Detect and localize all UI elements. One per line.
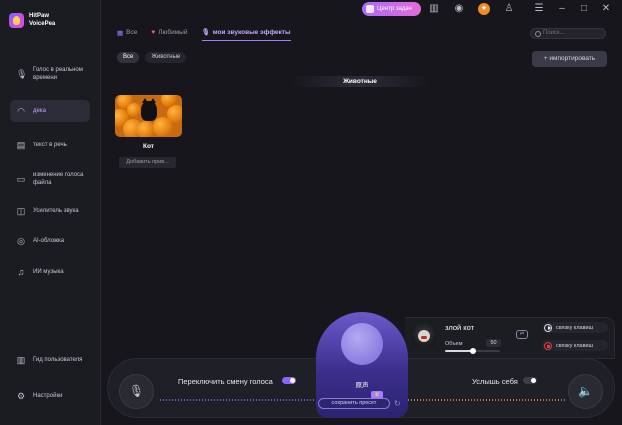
file-voice-icon: ▭ (16, 174, 26, 184)
tab-label: мои звуковые эффекты (212, 28, 291, 36)
hear-yourself-toggle[interactable] (523, 377, 537, 384)
search-placeholder: Поиск... (543, 30, 565, 36)
ai-music-icon: ♫ (17, 267, 25, 277)
ai-cover-icon: ◎ (17, 236, 25, 246)
settings-icon[interactable]: ☰ (533, 3, 545, 15)
mic-icon: 🎙 (201, 29, 210, 36)
effect-name: злой кот (445, 323, 475, 332)
mic-icon: 🎙 (128, 384, 145, 398)
voice-change-toggle[interactable] (282, 377, 296, 384)
headphones-icon: ◠ (17, 106, 25, 116)
grid-icon: ▦ (117, 29, 124, 37)
sidebar-item-realtime-voice[interactable]: 🎙 Голос в реальном времени (10, 62, 90, 86)
tab-label: Все (126, 29, 138, 36)
sidebar-item-label: AI-обложка (33, 238, 65, 244)
voicepea-logo-icon (9, 12, 24, 28)
close-icon[interactable]: ✕ (600, 3, 612, 15)
sidebar-item-sound-amplifier[interactable]: ◫ Усилитель звука (10, 202, 90, 220)
output-waveform (408, 399, 566, 401)
play-icon (544, 323, 552, 332)
hotkey-label: связку клавиш (556, 342, 593, 349)
minimize-icon[interactable]: – (556, 3, 568, 15)
filter-chip-animals[interactable]: Животные (145, 52, 187, 63)
filter-chip-all[interactable]: Все (117, 52, 140, 63)
sidebar-item-user-guide[interactable]: ▥ Гид пользователя (10, 351, 90, 369)
hear-yourself-label: Услышь себя (472, 377, 518, 386)
gift-icon[interactable]: ★ (478, 3, 490, 15)
import-button[interactable]: + импортировать (532, 51, 607, 67)
swap-icon[interactable]: ⇄ (516, 330, 528, 339)
sidebar-item-settings[interactable]: ⚙ Настройки (10, 387, 90, 405)
sidebar-item-label: изменение голоса файла (33, 172, 84, 186)
task-center-label: Центр задач (377, 6, 412, 12)
volume-slider-handle[interactable] (469, 348, 476, 354)
user-icon[interactable]: ♙ (503, 3, 515, 15)
voice-change-switch-label: Переключить смену голоса (178, 377, 273, 386)
volume-label: Объем (445, 341, 463, 347)
app-name: HitPaw VoicePea (29, 13, 56, 27)
sidebar-item-label: Настройки (33, 393, 63, 399)
sidebar-item-label: Голос в реальном времени (33, 67, 83, 81)
sidebar-item-label: Гид пользователя (33, 357, 83, 363)
gear-icon: ⚙ (16, 391, 26, 401)
sidebar-item-text-to-speech[interactable]: ▤ текст в речь (10, 136, 90, 154)
sidebar-item-label: Усилитель звука (33, 208, 79, 214)
search-input[interactable]: Поиск... (530, 28, 606, 39)
book-icon[interactable]: ▥ (428, 3, 440, 15)
task-center-icon (366, 5, 374, 13)
task-center-button[interactable]: Центр задач (362, 2, 421, 16)
volume-value[interactable]: 50 (486, 339, 501, 347)
tab-label: Любимый (158, 29, 188, 36)
sidebar: HitPaw VoicePea 🎙 Голос в реальном време… (0, 0, 101, 425)
volume-slider-fill (445, 350, 473, 352)
sidebar-item-ai-cover[interactable]: ◎ AI-обложка (10, 232, 90, 250)
speaker-icon: 🔈 (578, 384, 593, 398)
input-waveform (160, 399, 315, 401)
sidebar-item-label: дека (33, 108, 46, 114)
stop-hotkey-button[interactable]: связку клавиш (542, 340, 608, 351)
heart-icon: ♥ (151, 29, 156, 36)
tab-all[interactable]: ▦ Все (117, 28, 137, 41)
sidebar-item-deck[interactable]: ◠ дека (10, 100, 90, 122)
effect-avatar (413, 324, 435, 346)
cat-image (141, 98, 157, 121)
play-hotkey-button[interactable]: связку клавиш (542, 322, 608, 333)
speaker-button[interactable]: 🔈 (568, 374, 603, 409)
section-title: Животные (290, 76, 430, 87)
mic-icon: 🎙 (16, 69, 28, 79)
amplifier-icon: ◫ (16, 206, 26, 216)
maximize-icon[interactable]: □ (578, 3, 590, 15)
tab-favorites[interactable]: ♥ Любимый (151, 28, 187, 41)
sidebar-item-ai-music[interactable]: ♫ ИИ музыка (10, 263, 90, 281)
sound-card-title: Кот (143, 143, 154, 150)
sound-card-image[interactable] (115, 95, 182, 137)
filter-chips: Все Животные (117, 52, 187, 63)
add-hotkey-button[interactable]: Добавить прив... (119, 157, 176, 168)
hotkey-label: связку клавиш (556, 324, 593, 331)
app-logo: HitPaw VoicePea (9, 12, 69, 28)
stop-icon (544, 341, 552, 350)
voice-preset-label: 原声 (355, 382, 369, 389)
sidebar-item-file-voice-change[interactable]: ▭ изменение голоса файла (10, 167, 90, 191)
category-tabs: ▦ Все ♥ Любимый 🎙 мои звуковые эффекты (117, 28, 291, 41)
discord-icon[interactable]: ◉ (453, 3, 465, 15)
save-preset-button[interactable]: сохранить пресет (318, 398, 390, 409)
microphone-button[interactable]: 🎙 (119, 374, 154, 409)
text-speech-icon: ▤ (16, 140, 26, 150)
sidebar-item-label: текст в речь (33, 142, 67, 148)
reset-icon[interactable]: ↻ (394, 399, 401, 408)
voice-avatar (341, 323, 383, 365)
sidebar-item-label: ИИ музыка (33, 269, 64, 275)
tab-my-sound-effects[interactable]: 🎙 мои звуковые эффекты (201, 28, 291, 41)
guide-icon: ▥ (16, 355, 26, 365)
